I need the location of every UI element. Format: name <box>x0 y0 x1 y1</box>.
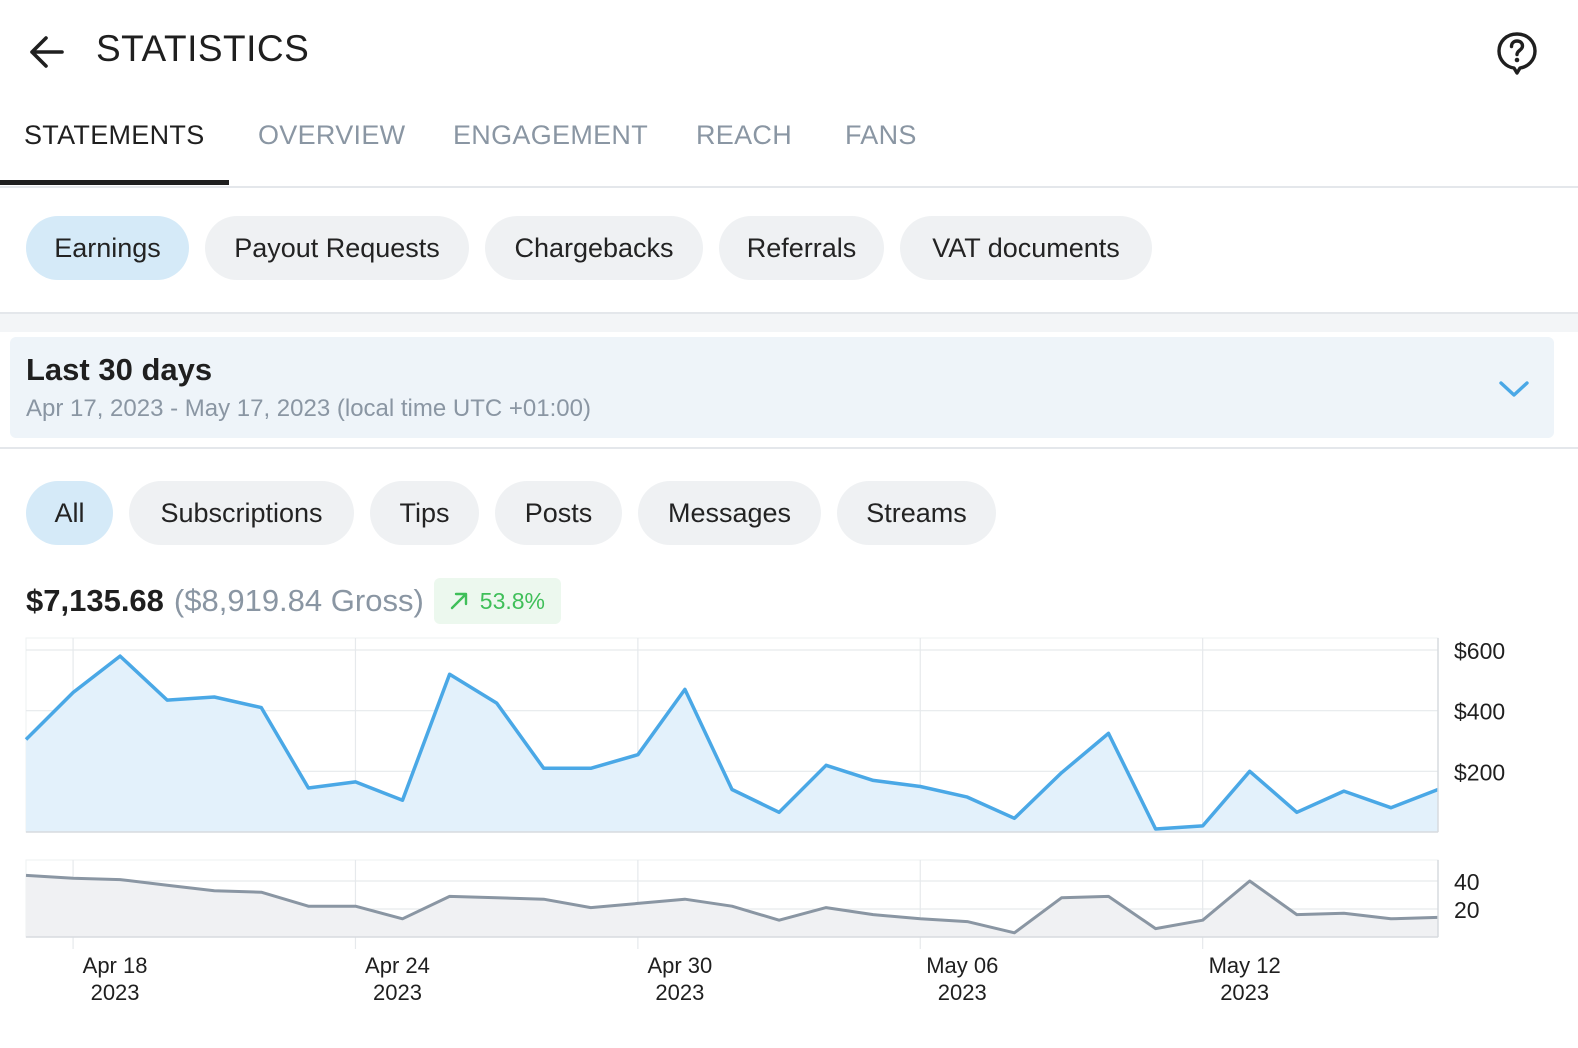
xtick-label-year: 2023 <box>1220 980 1269 1005</box>
tab-engagement[interactable]: ENGAGEMENT <box>453 120 648 151</box>
chip-earnings[interactable]: Earnings <box>26 216 189 280</box>
change-percent: 53.8% <box>479 587 545 614</box>
arrow-left-icon <box>30 36 64 68</box>
earnings-chart: $200$400$6002040Apr 182023Apr 242023Apr … <box>24 637 1505 1005</box>
xtick-label-date: Apr 18 <box>83 953 148 978</box>
chip-posts[interactable]: Posts <box>495 481 622 545</box>
xtick-label-date: Apr 30 <box>647 953 712 978</box>
xtick-label-date: May 06 <box>926 953 998 978</box>
xtick-label-date: May 12 <box>1209 953 1281 978</box>
xtick-label-date: Apr 24 <box>365 953 430 978</box>
chip-streams[interactable]: Streams <box>837 481 996 545</box>
navigator-ytick-label: 40 <box>1454 869 1480 895</box>
chevron-down-icon <box>1499 381 1529 397</box>
header: STATISTICS <box>0 0 1578 100</box>
net-earnings: $7,135.68 <box>26 583 164 618</box>
chip-subscriptions[interactable]: Subscriptions <box>129 481 354 545</box>
xtick-label-year: 2023 <box>655 980 704 1005</box>
gross-earnings: ($8,919.84 Gross) <box>173 583 424 618</box>
chip-vat-documents[interactable]: VAT documents <box>900 216 1152 280</box>
navigator-ytick-label: 20 <box>1454 897 1480 923</box>
tab-overview[interactable]: OVERVIEW <box>258 120 405 151</box>
chip-referrals[interactable]: Referrals <box>719 216 884 280</box>
active-tab-indicator <box>0 180 229 185</box>
date-range-subtitle: Apr 17, 2023 - May 17, 2023 (local time … <box>26 395 591 422</box>
tab-statements[interactable]: STATEMENTS <box>24 120 205 151</box>
back-button[interactable] <box>22 28 72 76</box>
tab-fans[interactable]: FANS <box>845 120 917 151</box>
chip-payout-requests[interactable]: Payout Requests <box>205 216 469 280</box>
section-divider <box>0 312 1578 332</box>
tab-reach[interactable]: REACH <box>696 120 792 151</box>
change-badge: 53.8% <box>433 578 561 624</box>
help-button[interactable] <box>1492 28 1542 78</box>
xtick-label-year: 2023 <box>373 980 422 1005</box>
chip-messages[interactable]: Messages <box>638 481 821 545</box>
date-range-selector[interactable]: Last 30 days Apr 17, 2023 - May 17, 2023… <box>10 337 1554 438</box>
date-range-title: Last 30 days <box>26 352 213 387</box>
xtick-label-year: 2023 <box>91 980 140 1005</box>
main-ytick-label: $400 <box>1454 699 1505 725</box>
statistics-tabs: STATEMENTS OVERVIEW ENGAGEMENT REACH FAN… <box>0 100 1578 188</box>
xtick-label-year: 2023 <box>938 980 987 1005</box>
page-title: STATISTICS <box>96 28 310 69</box>
chip-all[interactable]: All <box>26 481 113 545</box>
main-ytick-label: $200 <box>1454 759 1505 785</box>
chip-tips[interactable]: Tips <box>370 481 479 545</box>
chip-chargebacks[interactable]: Chargebacks <box>485 216 703 280</box>
earnings-summary: $7,135.68 ($8,919.84 Gross) 53.8% <box>26 578 561 624</box>
arrow-up-right-icon <box>450 592 467 610</box>
main-ytick-label: $600 <box>1454 638 1505 664</box>
divider <box>0 447 1578 449</box>
help-circle-icon <box>1497 32 1537 75</box>
